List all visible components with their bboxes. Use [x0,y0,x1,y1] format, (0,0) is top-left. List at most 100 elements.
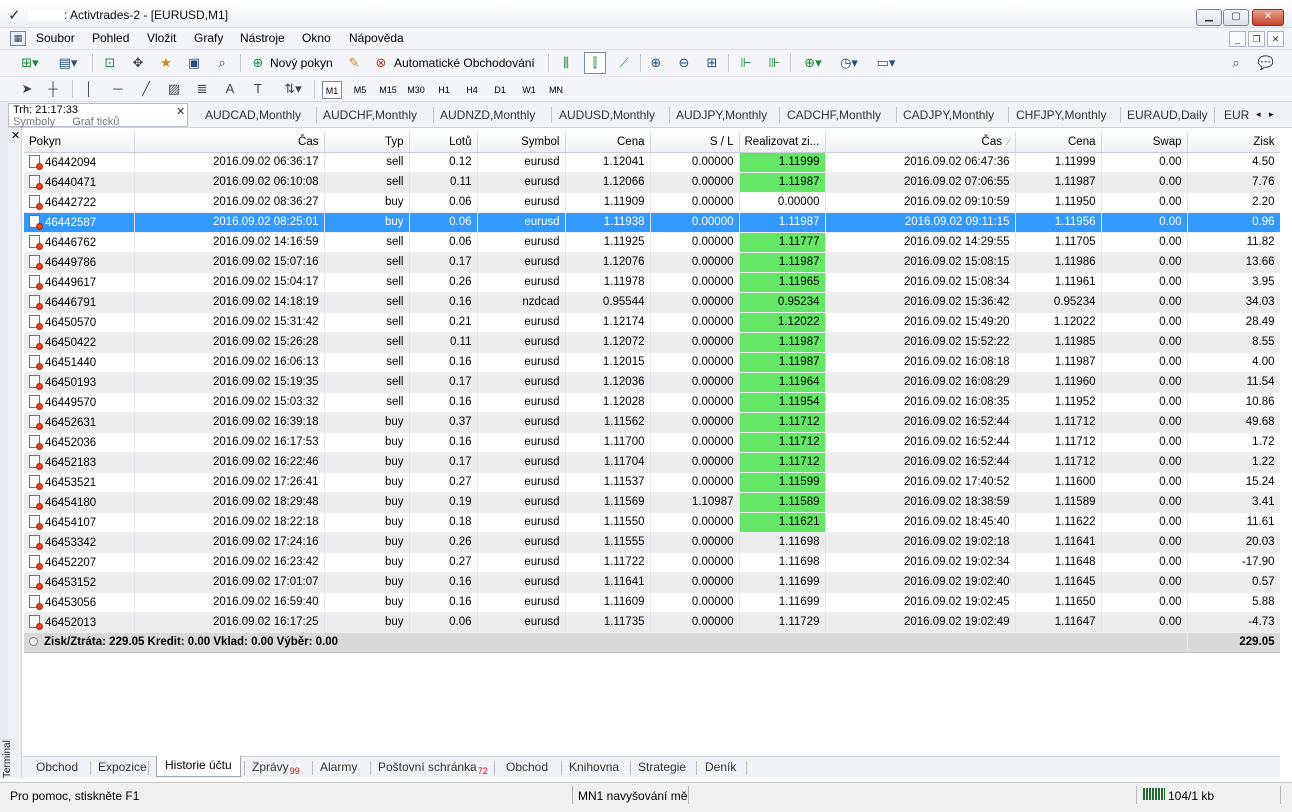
col-header-profit[interactable]: Zisk [1187,132,1280,153]
chat-icon[interactable]: 💬 [1252,53,1280,73]
zoom-in-icon[interactable]: ⊕ [646,53,666,73]
menu-grafy[interactable]: Grafy [194,31,223,45]
scroll-right-icon[interactable]: ▸ [1269,109,1274,120]
templates-icon[interactable]: ▭▾ [870,53,902,73]
table-row[interactable]: 46450193 2016.09.02 15:19:35 sell 0.17 eurus… [24,372,1280,393]
table-row[interactable]: 46452631 2016.09.02 16:39:18 buy 0.37 eurusd… [24,412,1280,433]
table-row[interactable]: 46450422 2016.09.02 15:26:28 sell 0.11 eurus… [24,332,1280,353]
zoom-out-icon[interactable]: ⊖ [674,53,694,73]
table-row[interactable]: 46452036 2016.09.02 16:17:53 buy 0.16 eurusd… [24,432,1280,453]
chart-tab-audusd[interactable]: AUDUSD,Monthly [559,108,655,122]
terminal-tab-4[interactable]: Zprávy99 [252,760,300,776]
chart-tab-audcad[interactable]: AUDCAD,Monthly [205,108,301,122]
candlestick-icon[interactable]: ⫿ [584,52,606,74]
terminal-tab-5[interactable]: Alarmy [320,760,357,774]
terminal-tab-1[interactable]: Obchod [36,760,78,774]
table-row[interactable]: 46452207 2016.09.02 16:23:42 buy 0.27 eurusd… [24,552,1280,573]
periods-clock-icon[interactable]: ◷▾ [834,53,864,73]
fibonacci-icon[interactable]: ≣ [192,79,212,99]
table-row[interactable]: 46453056 2016.09.02 16:59:40 buy 0.16 eurusd… [24,592,1280,613]
data-window-icon[interactable]: ✥ [128,53,148,73]
table-row[interactable]: 46446791 2016.09.02 14:18:19 sell 0.16 nzdca… [24,292,1280,313]
col-header-open-time[interactable]: Čas [134,132,325,153]
table-row[interactable]: 46450570 2016.09.02 15:31:42 sell 0.21 eurus… [24,312,1280,333]
menu-soubor[interactable]: Soubor [36,31,75,45]
timeframe-m30[interactable]: M30 [404,81,428,99]
table-row[interactable]: 46453152 2016.09.02 17:01:07 buy 0.16 eurusd… [24,572,1280,593]
table-row[interactable]: 46442094 2016.09.02 06:36:17 sell 0.12 eurus… [24,152,1280,173]
arrows-icon[interactable]: ⇅▾ [278,79,308,99]
col-header-close-time[interactable]: Čas ⁄ [825,132,1016,153]
timeframe-h4[interactable]: H4 [462,81,482,99]
market-watch-icon[interactable]: ⊡ [100,53,120,73]
table-row[interactable]: 46452013 2016.09.02 16:17:25 buy 0.06 eurusd… [24,612,1280,633]
cursor-icon[interactable]: ➤ [18,79,36,99]
profiles-icon[interactable]: ▤▾ [52,53,84,73]
table-row[interactable]: 46442722 2016.09.02 08:36:27 buy 0.06 eurusd… [24,192,1280,213]
table-row[interactable]: 46442587 2016.09.02 08:25:01 buy 0.06 eurusd… [24,212,1280,233]
text-box-icon[interactable]: T [248,79,268,99]
equidistant-channel-icon[interactable]: ▨ [164,79,184,99]
col-header-sl[interactable]: S / L [650,132,740,153]
terminal-tab-7[interactable]: Obchod [506,760,548,774]
search-icon[interactable]: ⌕ [1226,53,1246,73]
chart-tab-audjpy[interactable]: AUDJPY,Monthly [676,108,767,122]
menu-okno[interactable]: Okno [302,31,331,45]
new-order-icon[interactable]: ⊕ [248,53,268,73]
table-row[interactable]: 46449786 2016.09.02 15:07:16 sell 0.17 eurus… [24,252,1280,273]
tab-symboly[interactable]: Symboly [13,116,55,128]
col-header-lots[interactable]: Lotů [409,132,478,153]
terminal-icon[interactable]: ▣ [184,53,204,73]
chart-tab-audnzd[interactable]: AUDNZD,Monthly [440,108,535,122]
auto-trading-button[interactable]: Automatické Obchodování [394,56,535,70]
mdi-restore-icon[interactable]: ❐ [1248,31,1265,47]
col-header-pokyn[interactable]: Pokyn [24,132,135,153]
timeframe-m15[interactable]: M15 [376,81,400,99]
terminal-tab-3[interactable]: Historie účtu [156,756,241,777]
chart-tab-eur[interactable]: EUR [1224,108,1249,122]
terminal-tab-8[interactable]: Knihovna [569,760,619,774]
tile-windows-icon[interactable]: ⊞ [702,53,722,73]
terminal-tab-2[interactable]: Expozice [98,760,147,774]
table-row[interactable]: 46453342 2016.09.02 17:24:16 buy 0.26 eurusd… [24,532,1280,553]
vertical-line-icon[interactable]: │ [82,79,96,99]
market-watch-close-icon[interactable]: ✕ [176,105,185,118]
chart-tab-audchf[interactable]: AUDCHF,Monthly [323,108,417,122]
chart-shift-icon[interactable]: ⊪ [764,53,784,73]
trendline-icon[interactable]: ╱ [136,79,156,99]
table-row[interactable]: 46446762 2016.09.02 14:16:59 sell 0.06 eurus… [24,232,1280,253]
col-header-swap[interactable]: Swap [1101,132,1188,153]
chart-tab-cadjpy[interactable]: CADJPY,Monthly [903,108,994,122]
terminal-tab-10[interactable]: Deník [705,760,736,774]
status-profile[interactable]: MN1 navyšování mě [578,789,687,803]
strategy-tester-icon[interactable]: ⌕ [212,53,232,73]
line-chart-icon[interactable]: ⟋ [614,53,634,73]
crosshair-icon[interactable]: ┼ [44,79,62,99]
table-row[interactable]: 46449617 2016.09.02 15:04:17 sell 0.26 eurus… [24,272,1280,293]
col-header-open-price[interactable]: Cena [565,132,651,153]
timeframe-d1[interactable]: D1 [490,81,510,99]
terminal-close-icon[interactable]: ✕ [11,129,20,142]
indicators-icon[interactable]: ⊕▾ [798,53,828,73]
table-row[interactable]: 46454107 2016.09.02 18:22:18 buy 0.18 eurusd… [24,512,1280,533]
tab-graf-ticku[interactable]: Graf ticků [72,116,119,128]
table-row[interactable]: 46453521 2016.09.02 17:26:41 buy 0.27 eurusd… [24,472,1280,493]
col-header-symbol[interactable]: Symbol [477,132,566,153]
menu-napoveda[interactable]: Nápověda [349,31,404,45]
bar-chart-icon[interactable]: ⫼ [556,53,576,73]
timeframe-m1[interactable]: M1 [322,81,342,99]
mdi-minimize-icon[interactable]: _ [1229,31,1246,47]
table-row[interactable]: 46449570 2016.09.02 15:03:32 sell 0.16 eurus… [24,392,1280,413]
chart-tab-chfjpy[interactable]: CHFJPY,Monthly [1016,108,1106,122]
horizontal-line-icon[interactable]: ─ [108,79,128,99]
chart-tab-euraud[interactable]: EURAUD,Daily [1127,108,1208,122]
text-label-icon[interactable]: A [220,79,240,99]
terminal-tab-6[interactable]: Poštovní schránka72 [378,760,488,776]
mdi-close-icon[interactable]: ✕ [1267,31,1284,47]
timeframe-m5[interactable]: M5 [349,81,371,99]
menu-pohled[interactable]: Pohled [92,31,129,45]
table-row[interactable]: 46452183 2016.09.02 16:22:46 buy 0.17 eurusd… [24,452,1280,473]
navigator-icon[interactable]: ★ [156,53,176,73]
table-row[interactable]: 46454180 2016.09.02 18:29:48 buy 0.19 eurusd… [24,492,1280,513]
chart-window-icon[interactable]: ▦ [10,31,26,46]
